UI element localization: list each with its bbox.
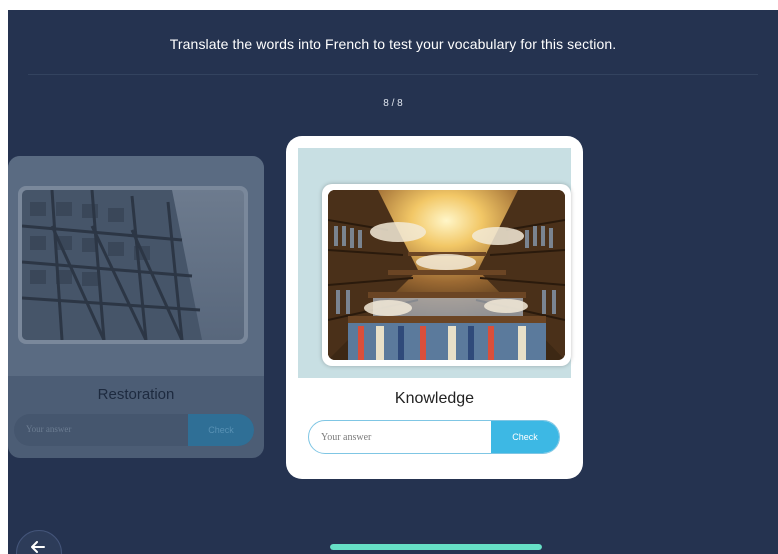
instruction-text: Translate the words into French to test … <box>169 36 617 52</box>
building-scaffold-illustration <box>22 190 202 340</box>
answer-input[interactable] <box>309 421 505 453</box>
back-button[interactable] <box>16 530 62 554</box>
previous-image-frame <box>18 186 248 344</box>
app-window: Translate the words into French to test … <box>8 10 778 554</box>
check-button[interactable]: Check <box>491 421 559 453</box>
current-card-word: Knowledge <box>394 390 475 407</box>
previous-answer-input[interactable]: Your answer <box>26 424 71 434</box>
previous-check-button[interactable]: Check <box>188 414 254 446</box>
library-bookshelves-clouds-photo <box>328 190 565 360</box>
previous-card-word: Restoration <box>97 386 175 403</box>
previous-flashcard[interactable]: Restoration Your answer Check <box>8 156 264 458</box>
progress-fill <box>330 544 542 550</box>
previous-image-panel <box>8 156 264 376</box>
building-scaffold-photo <box>22 190 244 340</box>
header-divider <box>28 74 758 75</box>
progress-bar <box>330 544 542 550</box>
arrow-left-icon <box>31 541 45 553</box>
library-illustration <box>328 190 565 360</box>
current-flashcard: Knowledge Check <box>286 136 583 479</box>
current-image-panel <box>298 148 571 378</box>
answer-group: Check <box>308 420 560 454</box>
card-counter: 8 / 8 <box>383 98 403 109</box>
current-image-frame <box>322 184 571 366</box>
previous-answer-group: Your answer Check <box>14 414 254 446</box>
